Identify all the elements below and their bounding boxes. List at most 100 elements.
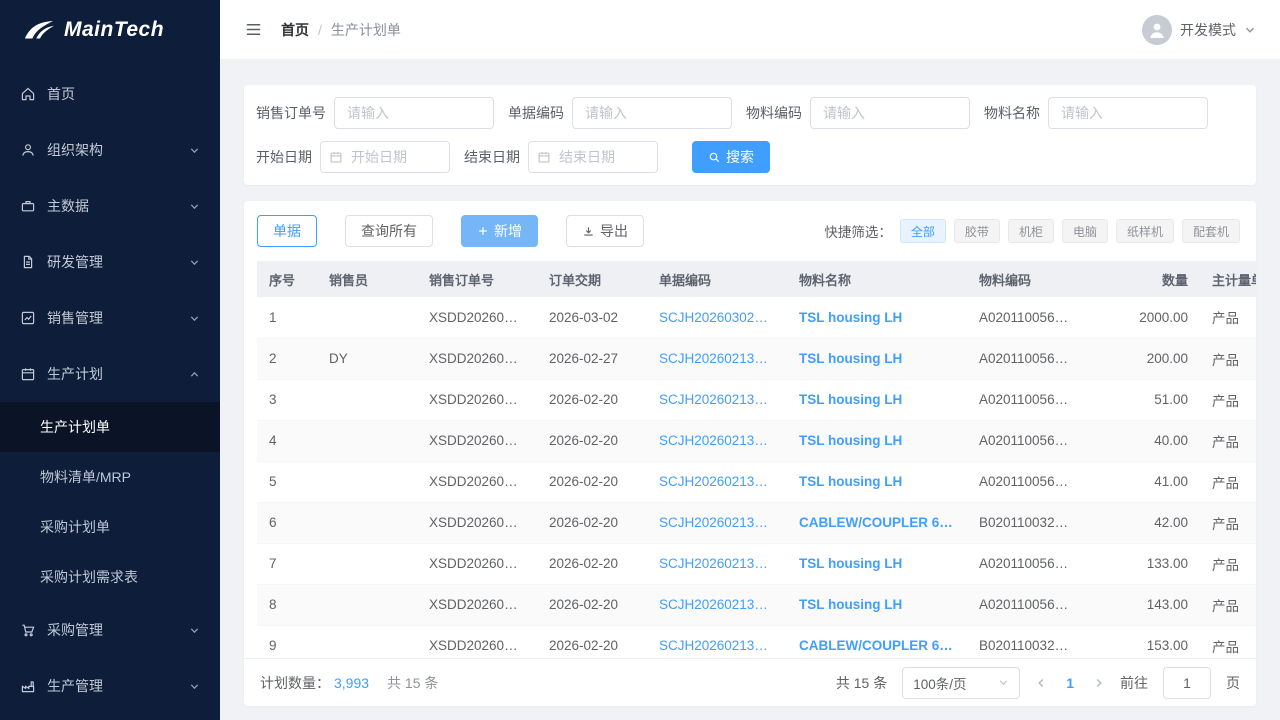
sidebar-item-label: 生产计划 — [47, 364, 178, 384]
start-date-input[interactable] — [320, 141, 450, 173]
submenu-item-label: 采购计划需求表 — [40, 567, 138, 587]
query-all-button[interactable]: 查询所有 — [345, 215, 433, 247]
add-button[interactable]: 新增 — [461, 215, 538, 247]
table-row[interactable]: 2DYXSDD202602…2026-02-27SCJH20260213005-… — [257, 338, 1256, 379]
cell-unit: 产品 — [1200, 502, 1256, 543]
cell-doc-no[interactable]: SCJH20260213002- — [647, 625, 787, 658]
document-button[interactable]: 单据 — [257, 215, 317, 247]
col-sales-order-no: 销售订单号 — [417, 261, 537, 297]
cell-doc-no[interactable]: SCJH20260213003- — [647, 461, 787, 502]
topbar: 首页 / 生产计划单 开发模式 — [220, 0, 1280, 60]
cell-material-name[interactable]: TSL housing LH — [787, 584, 967, 625]
breadcrumb-home[interactable]: 首页 — [281, 20, 309, 40]
cell-due-date: 2026-02-27 — [537, 338, 647, 379]
sidebar-item-home[interactable]: 首页 — [0, 66, 220, 122]
plan-qty-value: 3,993 — [334, 675, 369, 691]
material-code-input[interactable] — [810, 97, 970, 129]
chip-paper-machine[interactable]: 纸样机 — [1116, 219, 1174, 243]
chip-cabinet[interactable]: 机柜 — [1008, 219, 1054, 243]
page-size-select[interactable]: 100条/页 — [902, 667, 1020, 699]
submenu-item-purchase-plan-demand[interactable]: 采购计划需求表 — [0, 552, 220, 602]
chip-all[interactable]: 全部 — [900, 219, 946, 243]
table-row[interactable]: 1XSDD202603…2026-03-02SCJH20260302001-TS… — [257, 297, 1256, 338]
search-button-label: 搜索 — [726, 147, 754, 167]
sidebar-menu: 首页 组织架构 主数据 研发管理 销售管理 生产计划 — [0, 60, 220, 720]
cell-doc-no[interactable]: SCJH20260302001- — [647, 297, 787, 338]
cell-doc-no[interactable]: SCJH20260213003- — [647, 502, 787, 543]
end-date-input[interactable] — [528, 141, 658, 173]
cell-doc-no[interactable]: SCJH20260213002- — [647, 584, 787, 625]
cell-unit: 产品 — [1200, 420, 1256, 461]
cell-due-date: 2026-02-20 — [537, 584, 647, 625]
chip-kit-machine[interactable]: 配套机 — [1182, 219, 1240, 243]
cell-material-name[interactable]: TSL housing LH — [787, 338, 967, 379]
end-date-label: 结束日期 — [464, 147, 520, 167]
goto-page-input[interactable] — [1163, 667, 1211, 699]
sales-order-no-input[interactable] — [334, 97, 494, 129]
material-name-input[interactable] — [1048, 97, 1208, 129]
chevron-down-icon — [998, 677, 1009, 688]
table-scroll-area[interactable]: 序号 销售员 销售订单号 订单交期 单据编码 物料名称 物料编码 数量 主计量单… — [244, 261, 1256, 658]
cell-material-name[interactable]: TSL housing LH — [787, 379, 967, 420]
plus-icon — [477, 225, 489, 237]
sidebar-item-org[interactable]: 组织架构 — [0, 122, 220, 178]
table-body: 1XSDD202603…2026-03-02SCJH20260302001-TS… — [257, 297, 1256, 658]
cell-material-name[interactable]: TSL housing LH — [787, 420, 967, 461]
col-material-name: 物料名称 — [787, 261, 967, 297]
cell-doc-no[interactable]: SCJH20260213003- — [647, 420, 787, 461]
table-row[interactable]: 9XSDD202602…2026-02-20SCJH20260213002-CA… — [257, 625, 1256, 658]
sidebar-item-rd[interactable]: 研发管理 — [0, 234, 220, 290]
goto-label: 前往 — [1120, 673, 1148, 693]
main-area: 首页 / 生产计划单 开发模式 销售订单号 单据编码 — [220, 0, 1280, 720]
sidebar-item-procurement[interactable]: 采购管理 — [0, 602, 220, 658]
table-row[interactable]: 6XSDD202602…2026-02-20SCJH20260213003-CA… — [257, 502, 1256, 543]
goto-page-suffix: 页 — [1226, 673, 1240, 693]
plan-table: 序号 销售员 销售订单号 订单交期 单据编码 物料名称 物料编码 数量 主计量单… — [257, 261, 1256, 658]
chip-computer[interactable]: 电脑 — [1062, 219, 1108, 243]
chip-tape[interactable]: 胶带 — [954, 219, 1000, 243]
user-menu[interactable]: 开发模式 — [1142, 15, 1256, 45]
plan-quantity-summary: 计划数量：3,993共 15 条 — [260, 673, 438, 693]
cell-doc-no[interactable]: SCJH20260213004- — [647, 379, 787, 420]
table-row[interactable]: 7XSDD202602…2026-02-20SCJH20260213002-TS… — [257, 543, 1256, 584]
table-row[interactable]: 3XSDD202602…2026-02-20SCJH20260213004-TS… — [257, 379, 1256, 420]
page-size-value: 100条/页 — [913, 673, 966, 693]
pagination: 共 15 条 100条/页 1 前往 页 — [836, 667, 1240, 699]
cell-unit: 产品 — [1200, 543, 1256, 584]
table-row[interactable]: 5XSDD202602…2026-02-20SCJH20260213003-TS… — [257, 461, 1256, 502]
table-row[interactable]: 4XSDD202602…2026-02-20SCJH20260213003-TS… — [257, 420, 1256, 461]
col-qty: 数量 — [1087, 261, 1200, 297]
sidebar-item-production-plan[interactable]: 生产计划 — [0, 346, 220, 402]
cell-material-name[interactable]: TSL housing LH — [787, 543, 967, 584]
cell-doc-no[interactable]: SCJH20260213005- — [647, 338, 787, 379]
next-page-icon[interactable] — [1093, 677, 1105, 689]
sidebar-item-label: 销售管理 — [47, 308, 178, 328]
submenu-item-production-plan-order[interactable]: 生产计划单 — [0, 402, 220, 452]
cell-material-code: A020110056… — [967, 420, 1087, 461]
sidebar-item-sales[interactable]: 销售管理 — [0, 290, 220, 346]
sidebar-item-master-data[interactable]: 主数据 — [0, 178, 220, 234]
cell-salesperson — [317, 584, 417, 625]
cell-material-name[interactable]: CABLEW/COUPLER 6 HE — [787, 625, 967, 658]
submenu-item-purchase-plan[interactable]: 采购计划单 — [0, 502, 220, 552]
material-code-label: 物料编码 — [746, 103, 802, 123]
menu-fold-icon[interactable] — [244, 20, 263, 39]
cell-material-name[interactable]: TSL housing LH — [787, 461, 967, 502]
submenu-item-bom-mrp[interactable]: 物料清单/MRP — [0, 452, 220, 502]
submenu-item-label: 采购计划单 — [40, 517, 110, 537]
page-number[interactable]: 1 — [1062, 675, 1078, 691]
table-header-row: 序号 销售员 销售订单号 订单交期 单据编码 物料名称 物料编码 数量 主计量单… — [257, 261, 1256, 297]
cell-unit: 产品 — [1200, 379, 1256, 420]
doc-code-input[interactable] — [572, 97, 732, 129]
search-button[interactable]: 搜索 — [692, 141, 770, 173]
prev-page-icon[interactable] — [1035, 677, 1047, 689]
sidebar-item-manufacturing[interactable]: 生产管理 — [0, 658, 220, 714]
table-row[interactable]: 8XSDD202602…2026-02-20SCJH20260213002-TS… — [257, 584, 1256, 625]
export-button[interactable]: 导出 — [566, 215, 644, 247]
cell-due-date: 2026-02-20 — [537, 379, 647, 420]
logo-icon — [22, 18, 56, 42]
doc-code-label: 单据编码 — [508, 103, 564, 123]
cell-material-name[interactable]: TSL housing LH — [787, 297, 967, 338]
cell-doc-no[interactable]: SCJH20260213002- — [647, 543, 787, 584]
cell-material-name[interactable]: CABLEW/COUPLER 6 HE — [787, 502, 967, 543]
